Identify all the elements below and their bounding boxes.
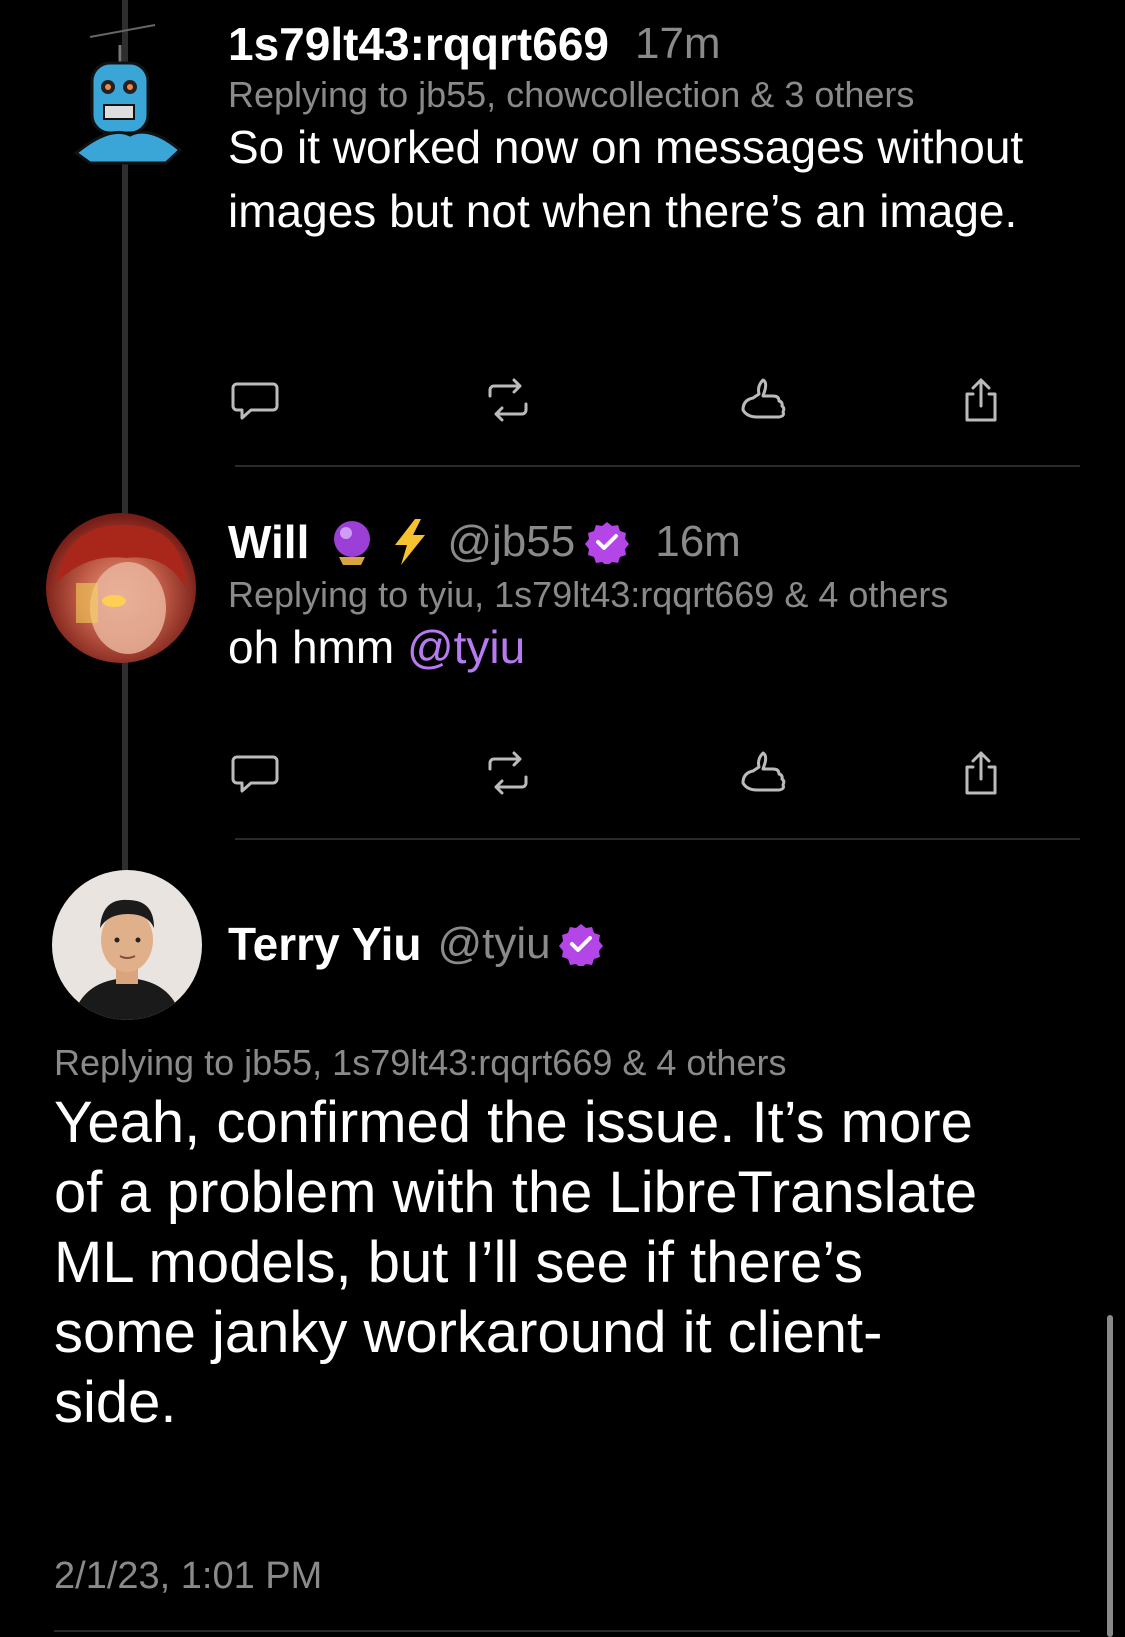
post-text-line: of a problem with the LibreTranslate [54, 1160, 978, 1225]
post-text-line: side. [54, 1370, 177, 1435]
post-divider [54, 1630, 1080, 1632]
post-text-line: some janky workaround it client- [54, 1300, 883, 1365]
author-name[interactable]: Terry Yiu [228, 917, 421, 971]
terry-avatar-image [72, 899, 182, 1020]
verified-icon [558, 922, 603, 968]
post-text-line: Yeah, confirmed the issue. It’s more [54, 1090, 973, 1155]
scrollbar[interactable] [1107, 1315, 1113, 1637]
terry-avatar[interactable] [52, 870, 202, 1020]
replying-to[interactable]: Replying to jb55, 1s79lt43:rqqrt669 & 4 … [54, 1042, 786, 1084]
post-text-line: ML models, but I’ll see if there’s [54, 1230, 864, 1295]
post-timestamp: 2/1/23, 1:01 PM [54, 1555, 323, 1597]
post-3-focused: Terry Yiu @tyiu Replying to jb55, 1s79lt… [0, 0, 1125, 1637]
user-handle[interactable]: @tyiu [437, 919, 550, 969]
post-header: Terry Yiu @tyiu [228, 916, 603, 972]
post-text: Yeah, confirmed the issue. It’s more of … [54, 1088, 1054, 1438]
